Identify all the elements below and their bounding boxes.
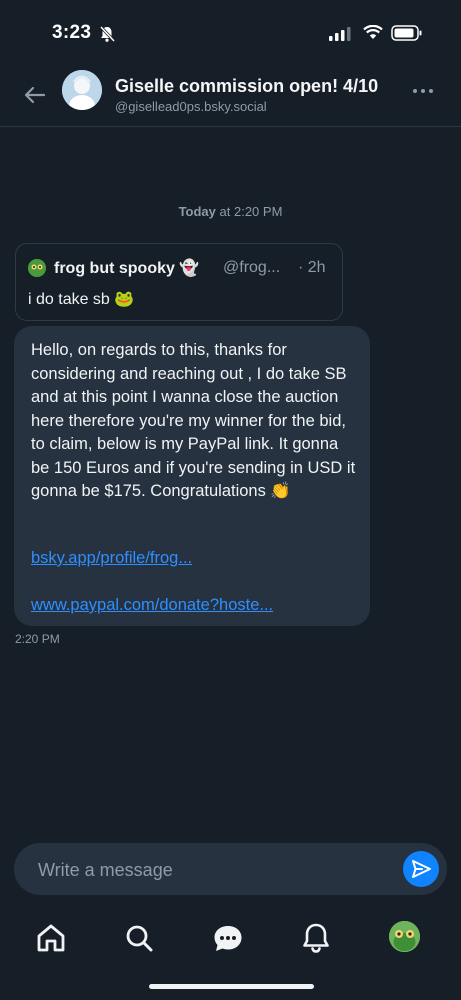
send-button[interactable] <box>403 851 439 887</box>
bell-muted-icon <box>99 25 116 43</box>
quoted-post-time: · 2h <box>298 259 326 276</box>
home-indicator[interactable] <box>149 984 314 989</box>
bell-icon[interactable] <box>296 918 336 958</box>
message-composer <box>14 843 447 895</box>
profile-avatar[interactable] <box>389 921 420 952</box>
bottom-nav <box>0 910 461 970</box>
signal-icon <box>329 27 351 41</box>
status-bar: 3:23 <box>0 0 461 62</box>
user-handle: @gisellead0ps.bsky.social <box>115 99 267 114</box>
home-icon[interactable] <box>31 918 71 958</box>
message-text: Hello, on regards to this, thanks for co… <box>31 341 356 500</box>
paypal-link[interactable]: www.paypal.com/donate?hoste... <box>31 596 273 615</box>
date-separator-time: at 2:20 PM <box>219 204 283 219</box>
send-icon <box>412 860 431 878</box>
quoted-post-text: i do take sb 🐸 <box>28 291 135 308</box>
profile-link[interactable]: bsky.app/profile/frog... <box>31 549 192 568</box>
chat-icon[interactable] <box>208 918 248 958</box>
more-options-icon[interactable] <box>412 87 434 95</box>
status-time: 3:23 <box>52 22 92 43</box>
quoted-avatar <box>28 259 46 277</box>
quoted-author-handle: @frog... <box>223 259 281 276</box>
date-separator-day: Today <box>178 204 216 219</box>
page-title: Giselle commission open! 4/10 <box>115 76 379 96</box>
message-timestamp: 2:20 PM <box>15 632 60 646</box>
quoted-author-name: frog but spooky 👻 <box>54 260 200 277</box>
back-arrow-icon[interactable] <box>22 82 48 108</box>
date-separator: Today at 2:20 PM <box>0 204 461 219</box>
message-input[interactable] <box>36 855 390 885</box>
conversation-header: Giselle commission open! 4/10 @gisellead… <box>0 62 461 127</box>
avatar[interactable] <box>62 70 102 110</box>
quoted-post[interactable]: frog but spooky 👻 @frog... · 2h i do tak… <box>15 243 343 321</box>
wifi-icon <box>363 25 383 39</box>
message-bubble: Hello, on regards to this, thanks for co… <box>14 326 370 626</box>
battery-icon <box>391 25 422 41</box>
search-icon[interactable] <box>119 918 159 958</box>
